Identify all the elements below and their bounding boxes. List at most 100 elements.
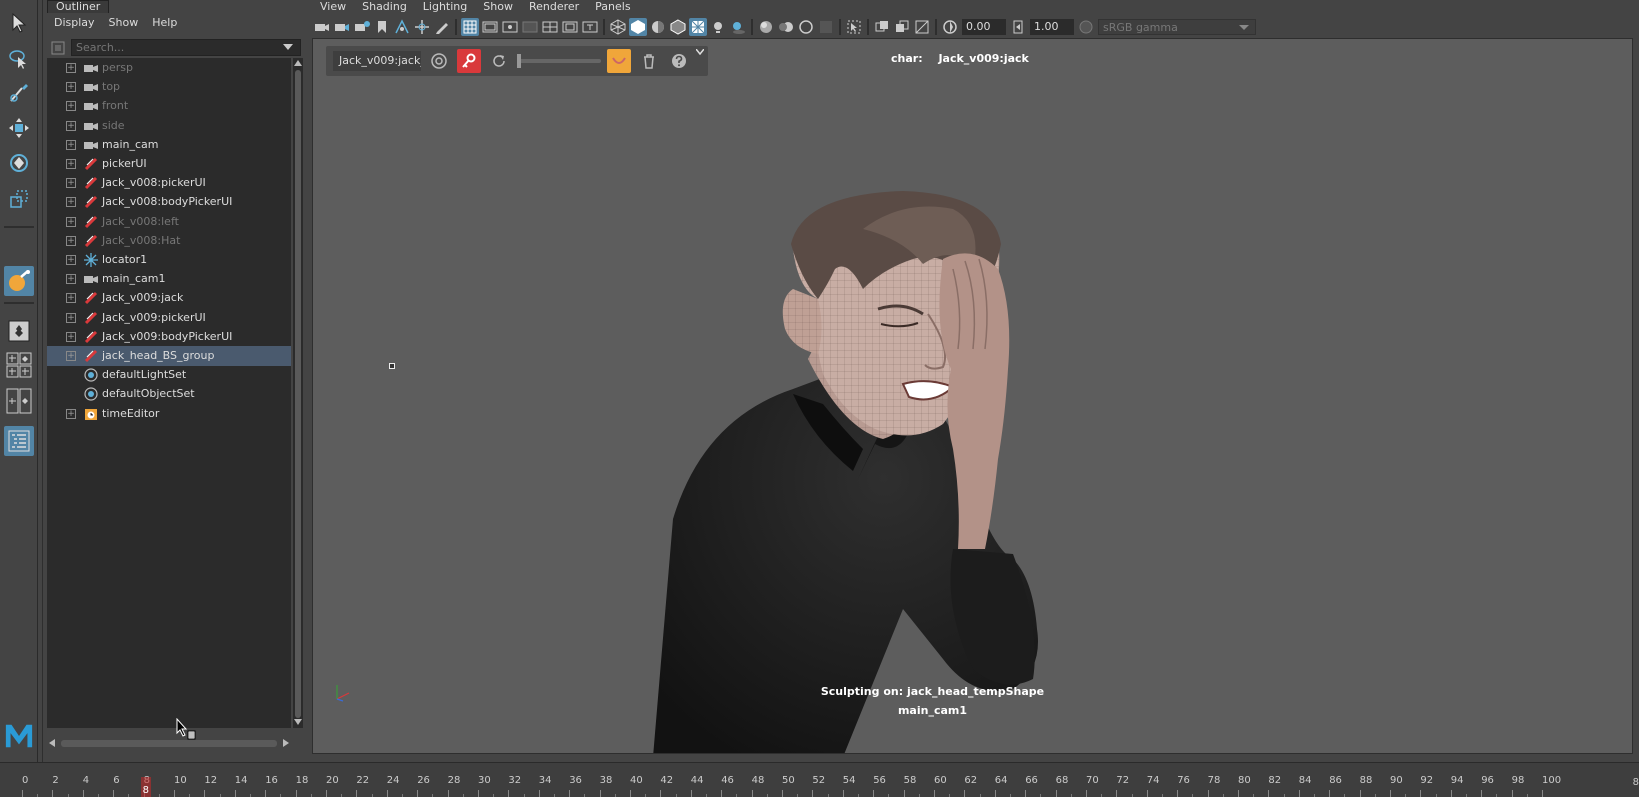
search-dropdown-icon[interactable] <box>283 44 293 50</box>
depth-of-field-icon[interactable] <box>817 18 835 36</box>
outliner-vertical-scrollbar[interactable] <box>293 58 303 728</box>
four-view-layout-icon[interactable] <box>4 350 34 380</box>
expand-icon[interactable]: + <box>66 159 76 169</box>
options-chevron-icon[interactable] <box>695 49 705 73</box>
delete-icon[interactable] <box>637 49 661 73</box>
slider-handle[interactable] <box>517 54 521 68</box>
outliner-item[interactable]: + front <box>47 96 291 116</box>
expand-icon[interactable]: + <box>66 351 76 361</box>
menu-show[interactable]: Show <box>475 0 521 14</box>
select-camera-icon[interactable] <box>313 18 331 36</box>
character-model[interactable] <box>613 189 1113 754</box>
expand-icon[interactable]: + <box>66 216 76 227</box>
expand-icon[interactable]: + <box>66 293 76 304</box>
3d-viewport[interactable]: Jack_v009:jack_ char: Jack_v009:jack Scu… <box>312 38 1633 754</box>
outliner-item[interactable]: + pickerUI <box>47 154 291 174</box>
scale-tool-icon[interactable] <box>4 184 34 214</box>
outliner-search-input[interactable] <box>71 39 301 56</box>
outliner-item[interactable]: + Jack_v009:pickerUI <box>47 308 291 328</box>
outliner-item[interactable]: + Jack_v009:jack <box>47 288 291 308</box>
gamma-field[interactable]: 1.00 <box>1030 19 1074 35</box>
lights-icon[interactable] <box>709 18 727 36</box>
color-management-icon[interactable] <box>1077 18 1095 36</box>
scroll-right-icon[interactable] <box>283 739 289 747</box>
xray-joints-icon[interactable] <box>893 18 911 36</box>
outliner-horizontal-scrollbar[interactable] <box>47 738 291 748</box>
menu-help[interactable]: Help <box>145 14 184 32</box>
outliner-item[interactable]: + Jack_v009:bodyPickerUI <box>47 327 291 347</box>
paint-select-tool-icon[interactable] <box>4 78 34 108</box>
pivot-marker[interactable] <box>389 363 395 369</box>
expand-icon[interactable]: + <box>66 82 76 93</box>
wireframe-icon[interactable] <box>609 18 627 36</box>
outliner-item[interactable]: + Jack_v008:bodyPickerUI <box>47 192 291 212</box>
expand-icon[interactable]: + <box>66 255 76 265</box>
outliner-item[interactable]: + jack_head_BS_group <box>47 346 291 366</box>
safe-action-icon[interactable] <box>561 18 579 36</box>
wireframe-on-shaded-icon[interactable] <box>669 18 687 36</box>
expand-icon[interactable]: + <box>66 408 76 419</box>
menu-panels[interactable]: Panels <box>587 0 638 14</box>
outliner-item[interactable]: + main_cam1 <box>47 269 291 289</box>
outliner-item[interactable]: + side <box>47 116 291 136</box>
gamma-icon[interactable] <box>1009 18 1027 36</box>
scroll-up-icon[interactable] <box>294 60 302 66</box>
image-plane-icon[interactable] <box>393 18 411 36</box>
grid-icon[interactable] <box>461 18 479 36</box>
expand-icon[interactable]: + <box>66 101 76 112</box>
single-perspective-layout-icon[interactable] <box>4 316 34 346</box>
time-slider-track[interactable]: 0246810121416182022242628303234363840424… <box>20 775 1618 797</box>
weight-slider[interactable] <box>517 54 601 68</box>
scrollbar-thumb[interactable] <box>61 740 277 747</box>
filter-icon[interactable] <box>49 39 67 57</box>
expand-icon[interactable]: + <box>66 120 76 131</box>
field-chart-icon[interactable] <box>541 18 559 36</box>
anti-aliasing-icon[interactable] <box>797 18 815 36</box>
camera-attributes-icon[interactable] <box>333 18 351 36</box>
expand-icon[interactable]: + <box>66 197 76 208</box>
gate-mask-icon[interactable] <box>521 18 539 36</box>
default-material-icon[interactable] <box>649 18 667 36</box>
outliner-item[interactable]: + Jack_v008:left <box>47 212 291 232</box>
outliner-item[interactable]: + timeEditor <box>47 404 291 424</box>
smooth-shade-icon[interactable] <box>629 18 647 36</box>
textured-icon[interactable] <box>689 18 707 36</box>
expand-icon[interactable]: + <box>66 235 76 246</box>
bookmark-icon[interactable] <box>373 18 391 36</box>
expand-icon[interactable]: + <box>66 63 76 73</box>
target-icon[interactable] <box>427 49 451 73</box>
menu-shading[interactable]: Shading <box>354 0 415 14</box>
outliner-item[interactable]: + top <box>47 77 291 97</box>
sculpt-target-field[interactable]: Jack_v009:jack_ <box>333 51 421 71</box>
rotate-tool-icon[interactable] <box>4 148 34 178</box>
expand-icon[interactable]: + <box>66 274 76 285</box>
outliner-item[interactable]: + persp <box>47 58 291 78</box>
move-tool-icon[interactable] <box>4 113 34 143</box>
refresh-icon[interactable] <box>487 49 511 73</box>
falloff-icon[interactable] <box>607 49 631 73</box>
expand-icon[interactable]: + <box>66 331 76 342</box>
outliner-item[interactable]: defaultObjectSet <box>47 384 291 404</box>
scroll-down-icon[interactable] <box>294 719 302 725</box>
expand-icon[interactable]: + <box>66 178 76 189</box>
backface-culling-icon[interactable] <box>913 18 931 36</box>
lasso-tool-icon[interactable] <box>4 44 34 74</box>
2d-pan-zoom-icon[interactable] <box>413 18 431 36</box>
two-view-layout-icon[interactable] <box>4 386 34 416</box>
exposure-icon[interactable] <box>941 18 959 36</box>
menu-display[interactable]: Display <box>47 14 102 32</box>
key-icon[interactable] <box>457 49 481 73</box>
exposure-field[interactable]: 0.00 <box>962 19 1006 35</box>
motion-blur-icon[interactable] <box>777 18 795 36</box>
scroll-left-icon[interactable] <box>49 739 55 747</box>
xray-icon[interactable] <box>873 18 891 36</box>
outliner-item[interactable]: defaultLightSet <box>47 365 291 385</box>
menu-lighting[interactable]: Lighting <box>415 0 475 14</box>
outliner-item[interactable]: + Jack_v008:pickerUI <box>47 173 291 193</box>
scrollbar-thumb[interactable] <box>295 70 301 718</box>
safe-title-icon[interactable] <box>581 18 599 36</box>
menu-view[interactable]: View <box>312 0 354 14</box>
sculpt-tool-icon[interactable] <box>4 266 34 296</box>
view-transform-dropdown[interactable]: sRGB gamma <box>1098 19 1256 35</box>
shadows-icon[interactable] <box>729 18 747 36</box>
